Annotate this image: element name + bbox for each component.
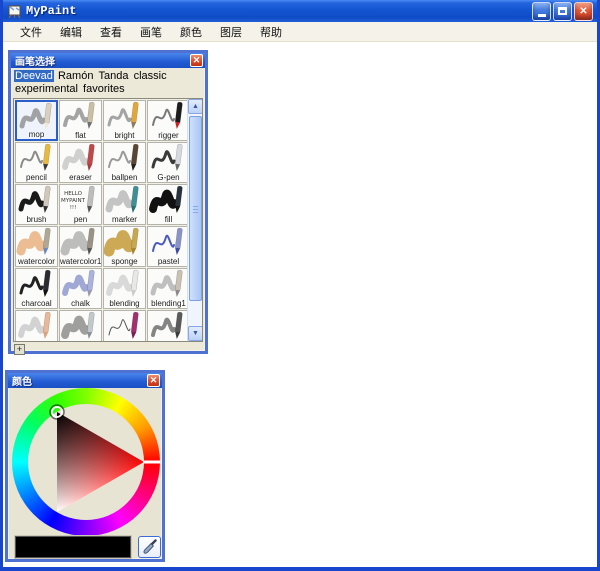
svg-text:MYPAINT: MYPAINT: [61, 198, 86, 204]
brush-label: charcoal: [16, 299, 57, 308]
brush-cell-bright[interactable]: bright: [103, 100, 146, 141]
color-window-titlebar[interactable]: 颜色 ✕: [8, 373, 162, 388]
brush-cell-sponge[interactable]: sponge: [103, 226, 146, 267]
brush-cell-chalk[interactable]: chalk: [59, 268, 102, 309]
current-color-swatch: [15, 536, 131, 558]
brush-label: blending: [104, 299, 145, 308]
brush-label: bright: [104, 131, 145, 140]
swatch-row: [8, 535, 162, 558]
brush-window-titlebar[interactable]: 画笔选择 ✕: [11, 53, 205, 68]
svg-text:!!!: !!!: [70, 205, 77, 211]
brush-label: pencil: [16, 173, 57, 182]
brush-group-Tanda[interactable]: Tanda: [98, 70, 130, 82]
brush-label: rigger: [148, 131, 189, 140]
menu-item-6[interactable]: 图层: [211, 22, 251, 42]
brush-grid-frame: mop flat bright rigger pencil eraser bal…: [13, 98, 203, 342]
minimize-icon: [538, 14, 546, 17]
menu-item-3[interactable]: 查看: [91, 22, 131, 42]
maximize-button[interactable]: [553, 2, 572, 21]
brush-cell-blending1[interactable]: blending1: [147, 268, 190, 309]
brush-cell-mop[interactable]: mop: [15, 100, 58, 141]
hue-marker: [143, 461, 160, 464]
brush-cell-watercolor1[interactable]: watercolor1: [59, 226, 102, 267]
brush-cell-pencil[interactable]: pencil: [15, 142, 58, 183]
canvas-area[interactable]: 画笔选择 ✕ Deevad Ramón Tanda classic experi…: [3, 42, 597, 566]
brush-cell-G-pen[interactable]: G-pen: [147, 142, 190, 183]
brush-selection-window: 画笔选择 ✕ Deevad Ramón Tanda classic experi…: [8, 50, 208, 354]
brush-label: pen: [60, 215, 101, 224]
brush-label: watercolor1: [60, 257, 101, 266]
brush-cell[interactable]: [103, 310, 146, 342]
brush-group-list: Deevad Ramón Tanda classic experimental …: [11, 68, 205, 97]
brush-window-title: 画笔选择: [15, 53, 190, 68]
color-picker-body: [8, 388, 162, 559]
brush-group-experimental[interactable]: experimental: [14, 83, 79, 95]
minimize-button[interactable]: [532, 2, 551, 21]
brush-label: ballpen: [104, 173, 145, 182]
brush-cell-charcoal[interactable]: charcoal: [15, 268, 58, 309]
brush-cell-fill[interactable]: fill: [147, 184, 190, 225]
brush-cell-watercolor[interactable]: watercolor: [15, 226, 58, 267]
brush-label: pastel: [148, 257, 189, 266]
brush-cell-brush[interactable]: brush: [15, 184, 58, 225]
brush-window-close-button[interactable]: ✕: [190, 54, 203, 67]
brush-group-classic[interactable]: classic: [133, 70, 168, 82]
color-window-close-button[interactable]: ✕: [147, 374, 160, 387]
scroll-down-button[interactable]: ▼: [188, 326, 203, 341]
brush-label: brush: [16, 215, 57, 224]
brush-label: marker: [104, 215, 145, 224]
scroll-up-button[interactable]: ▲: [188, 99, 203, 114]
menu-bar: 文件编辑查看画笔颜色图层帮助: [3, 22, 597, 42]
titlebar[interactable]: MyPaint ✕: [3, 0, 597, 22]
brush-cell[interactable]: [15, 310, 58, 342]
brush-label: G-pen: [148, 173, 189, 182]
brush-cell-flat[interactable]: flat: [59, 100, 102, 141]
close-button[interactable]: ✕: [574, 2, 593, 21]
brush-cell[interactable]: [59, 310, 102, 342]
brush-scrollbar[interactable]: ▲ ▼: [187, 99, 202, 341]
svg-text:HELLO: HELLO: [64, 191, 83, 197]
close-icon: ✕: [579, 6, 587, 17]
brush-cell-pen[interactable]: HELLOMYPAINT!!! pen: [59, 184, 102, 225]
eyedropper-icon: [142, 539, 158, 555]
scrollbar-thumb[interactable]: [189, 116, 202, 301]
menu-item-5[interactable]: 颜色: [171, 22, 211, 42]
color-window-title: 颜色: [12, 373, 147, 388]
brush-cell[interactable]: [147, 310, 190, 342]
brush-cell-rigger[interactable]: rigger: [147, 100, 190, 141]
color-picker-button[interactable]: [138, 536, 161, 558]
hsv-triangle[interactable]: [12, 388, 160, 536]
brush-label: watercolor: [16, 257, 57, 266]
mypaint-window: MyPaint ✕ 文件编辑查看画笔颜色图层帮助 画笔选择 ✕ Deevad R…: [0, 0, 600, 571]
menu-item-4[interactable]: 画笔: [131, 22, 171, 42]
menu-item-2[interactable]: 编辑: [51, 22, 91, 42]
brush-label: sponge: [104, 257, 145, 266]
menu-item-1[interactable]: 文件: [11, 22, 51, 42]
brush-cell-blending[interactable]: blending: [103, 268, 146, 309]
brush-label: eraser: [60, 173, 101, 182]
brush-cell-ballpen[interactable]: ballpen: [103, 142, 146, 183]
brush-grid: mop flat bright rigger pencil eraser bal…: [14, 99, 191, 342]
brush-cell-pastel[interactable]: pastel: [147, 226, 190, 267]
brush-group-Deevad[interactable]: Deevad: [14, 70, 54, 82]
brush-label: blending1: [148, 299, 189, 308]
brush-label: fill: [148, 215, 189, 224]
add-group-button[interactable]: +: [14, 344, 25, 355]
brush-label: mop: [17, 130, 56, 139]
brush-label: chalk: [60, 299, 101, 308]
brush-cell-eraser[interactable]: eraser: [59, 142, 102, 183]
window-title: MyPaint: [26, 4, 532, 18]
color-window: 颜色 ✕: [5, 370, 165, 562]
menu-item-7[interactable]: 帮助: [251, 22, 291, 42]
brush-group-Ramón[interactable]: Ramón: [57, 70, 94, 82]
easel-icon: [7, 4, 22, 19]
maximize-icon: [558, 7, 567, 15]
brush-cell-marker[interactable]: marker: [103, 184, 146, 225]
brush-label: flat: [60, 131, 101, 140]
brush-group-favorites[interactable]: favorites: [82, 83, 126, 95]
brush-window-footer: +: [11, 342, 205, 356]
